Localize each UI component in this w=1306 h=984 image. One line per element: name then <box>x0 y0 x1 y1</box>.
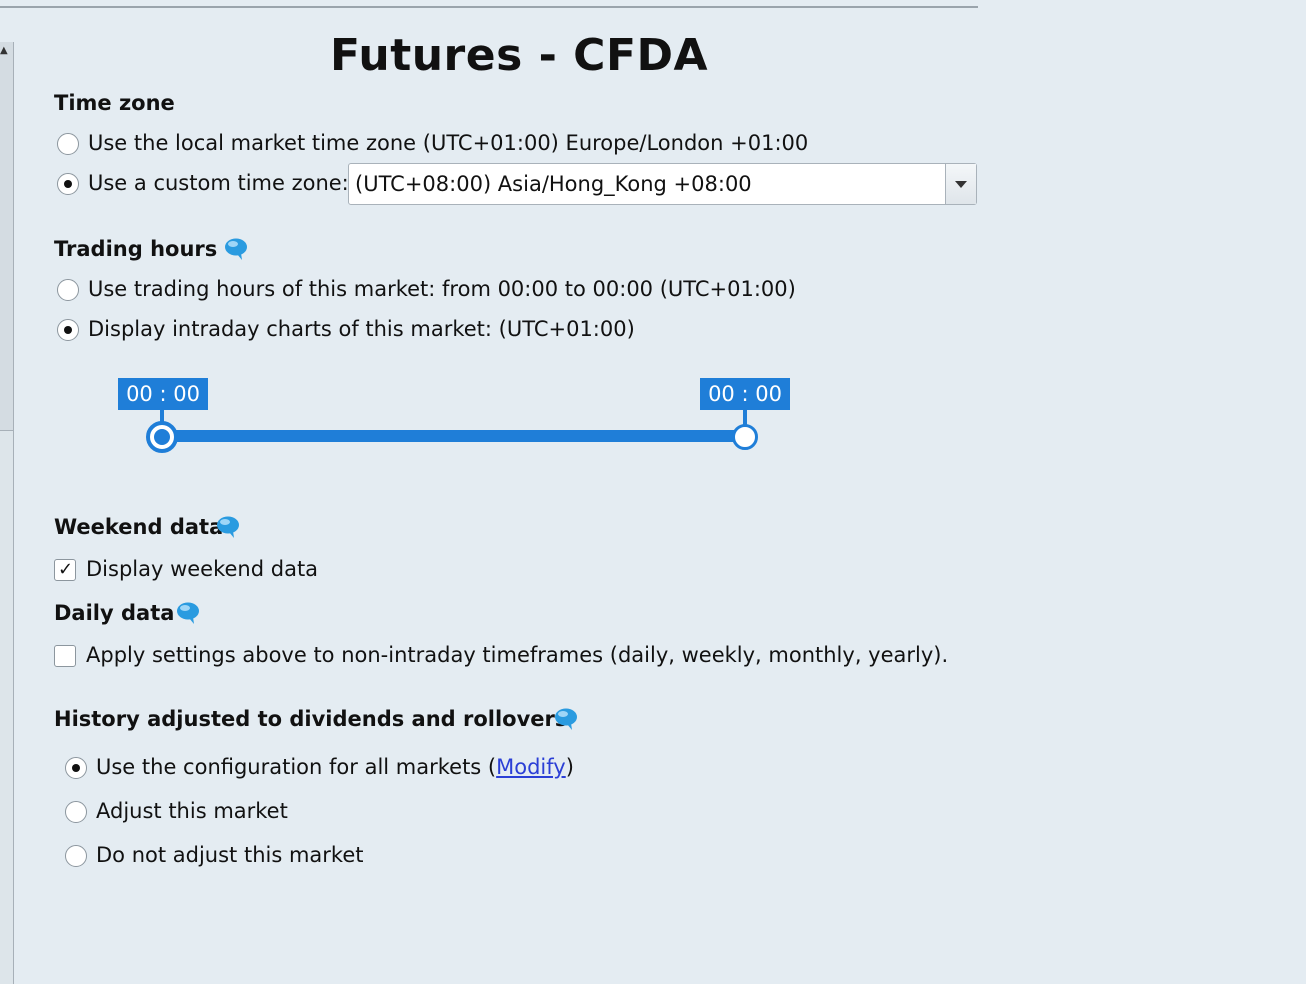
range-start-handle[interactable] <box>146 421 178 453</box>
local-time-zone-label[interactable]: Use the local market time zone (UTC+01:0… <box>88 131 808 155</box>
page-title: Futures - CFDA <box>330 30 709 81</box>
chevron-down-icon[interactable] <box>945 164 976 204</box>
custom-time-zone-value: (UTC+08:00) Asia/Hong_Kong +08:00 <box>355 172 752 196</box>
market-trading-hours-radio[interactable] <box>57 279 79 301</box>
market-trading-hours-label[interactable]: Use trading hours of this market: from 0… <box>88 277 796 301</box>
custom-time-zone-label[interactable]: Use a custom time zone: <box>88 171 349 195</box>
display-intraday-label[interactable]: Display intraday charts of this market: … <box>88 317 635 341</box>
adjust-market-radio[interactable] <box>65 801 87 823</box>
time-zone-heading: Time zone <box>54 91 175 115</box>
history-heading: History adjusted to dividends and rollov… <box>54 707 568 731</box>
weekend-data-help-icon[interactable] <box>215 515 241 539</box>
trading-hours-help-icon[interactable] <box>223 237 249 261</box>
daily-data-heading: Daily data <box>54 601 175 625</box>
daily-data-checkbox[interactable] <box>54 645 76 667</box>
daily-data-help-icon[interactable] <box>175 601 201 625</box>
all-markets-config-label[interactable]: Use the configuration for all markets (M… <box>96 755 574 779</box>
no-adjust-market-label[interactable]: Do not adjust this market <box>96 843 363 867</box>
scroll-up-arrow-icon[interactable]: ▲ <box>0 46 8 56</box>
history-help-icon[interactable] <box>553 707 579 731</box>
range-end-time[interactable]: 00 : 00 <box>700 378 790 410</box>
modify-link[interactable]: Modify <box>496 755 566 779</box>
custom-time-zone-radio[interactable] <box>57 173 79 195</box>
range-start-time[interactable]: 00 : 00 <box>118 378 208 410</box>
local-time-zone-radio[interactable] <box>57 133 79 155</box>
adjust-market-label[interactable]: Adjust this market <box>96 799 288 823</box>
checkmark-icon: ✓ <box>58 559 74 580</box>
display-intraday-radio[interactable] <box>57 319 79 341</box>
range-end-handle[interactable] <box>732 424 758 450</box>
top-divider <box>0 6 978 8</box>
no-adjust-market-radio[interactable] <box>65 845 87 867</box>
weekend-data-heading: Weekend data <box>54 515 224 539</box>
all-markets-config-close: ) <box>565 755 574 779</box>
weekend-data-label[interactable]: Display weekend data <box>86 557 318 581</box>
all-markets-config-text: Use the configuration for all markets ( <box>96 755 497 779</box>
daily-data-label[interactable]: Apply settings above to non-intraday tim… <box>86 643 948 667</box>
custom-time-zone-select[interactable]: (UTC+08:00) Asia/Hong_Kong +08:00 <box>348 163 977 205</box>
weekend-data-checkbox[interactable]: ✓ <box>54 559 76 581</box>
all-markets-config-radio[interactable] <box>65 757 87 779</box>
scrollbar-thumb[interactable] <box>0 42 13 431</box>
left-scrollbar[interactable]: ▲ <box>0 42 14 984</box>
trading-hours-heading: Trading hours <box>54 237 218 261</box>
trading-hours-slider-track[interactable] <box>161 430 745 442</box>
